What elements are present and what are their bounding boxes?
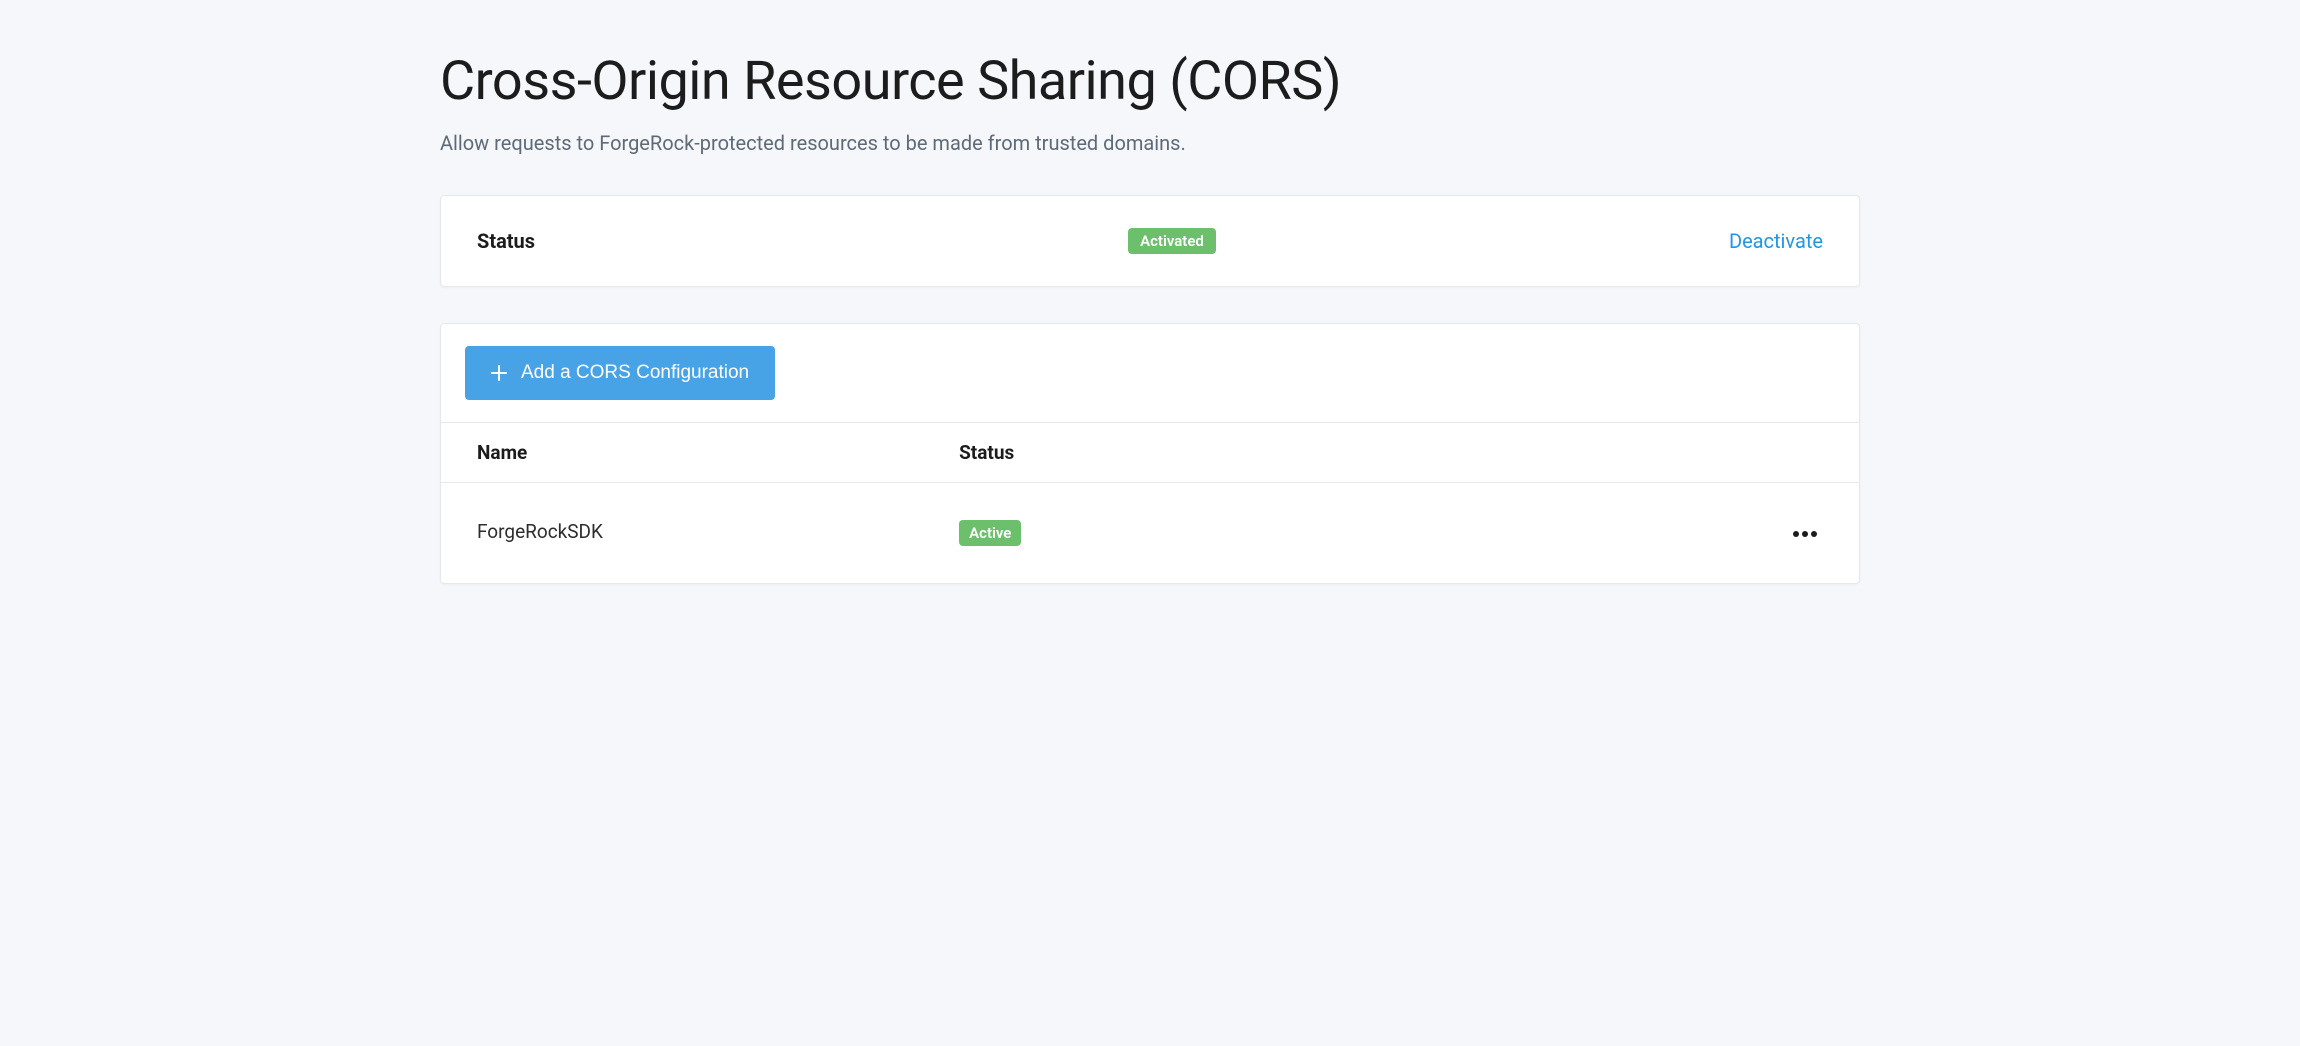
- plus-icon: [491, 365, 507, 381]
- row-status-badge: Active: [959, 520, 1021, 546]
- table-header-status: Status: [923, 423, 1751, 483]
- deactivate-button[interactable]: Deactivate: [1729, 229, 1823, 253]
- status-panel: Status Activated Deactivate: [440, 195, 1860, 287]
- table-header-name: Name: [441, 423, 923, 483]
- table-header-actions: [1751, 423, 1859, 483]
- row-status-cell: Active: [923, 483, 1751, 584]
- page-subtitle: Allow requests to ForgeRock-protected re…: [440, 131, 1860, 155]
- status-badge-wrapper: Activated: [535, 228, 1729, 254]
- page-title: Cross-Origin Resource Sharing (CORS): [440, 50, 1860, 113]
- add-configuration-button[interactable]: Add a CORS Configuration: [465, 346, 775, 400]
- configurations-table: Name Status ForgeRockSDK Active: [441, 423, 1859, 583]
- add-configuration-label: Add a CORS Configuration: [521, 362, 749, 384]
- toolbar: Add a CORS Configuration: [441, 324, 1859, 423]
- status-badge: Activated: [1128, 228, 1216, 254]
- configurations-panel: Add a CORS Configuration Name Status For…: [440, 323, 1860, 584]
- status-label: Status: [477, 229, 535, 253]
- table-row[interactable]: ForgeRockSDK Active: [441, 483, 1859, 584]
- ellipsis-icon: [1793, 531, 1817, 537]
- row-actions-button[interactable]: [1787, 525, 1823, 543]
- row-name: ForgeRockSDK: [441, 483, 923, 584]
